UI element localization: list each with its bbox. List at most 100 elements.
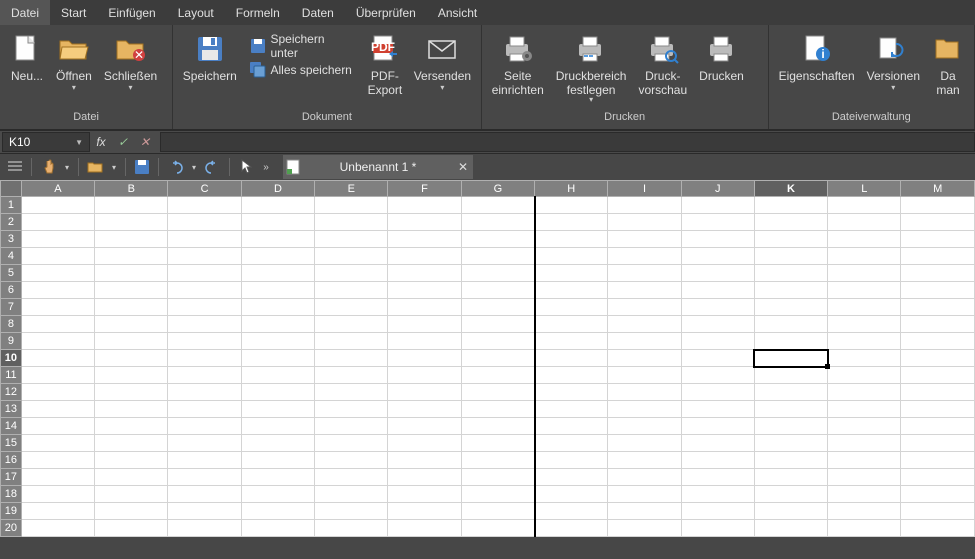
cell[interactable] — [461, 214, 534, 231]
cell[interactable] — [535, 486, 608, 503]
fx-button[interactable]: fx — [90, 132, 112, 152]
cell[interactable] — [901, 265, 975, 282]
cell[interactable] — [241, 418, 314, 435]
cell[interactable] — [754, 367, 827, 384]
row-header[interactable]: 4 — [1, 248, 22, 265]
menu-item-datei[interactable]: Datei — [0, 0, 50, 25]
cell[interactable] — [901, 452, 975, 469]
column-header[interactable]: I — [608, 181, 681, 197]
formula-input[interactable] — [160, 132, 975, 152]
menu-item-einfügen[interactable]: Einfügen — [97, 0, 166, 25]
cell[interactable] — [828, 384, 901, 401]
row-header[interactable]: 18 — [1, 486, 22, 503]
column-header[interactable]: H — [535, 181, 608, 197]
cell[interactable] — [21, 486, 94, 503]
cell[interactable] — [901, 231, 975, 248]
cell[interactable] — [461, 503, 534, 520]
cell[interactable] — [461, 299, 534, 316]
cell[interactable] — [828, 401, 901, 418]
cell[interactable] — [535, 197, 608, 214]
column-header[interactable]: F — [388, 181, 461, 197]
cell[interactable] — [315, 367, 388, 384]
cell[interactable] — [315, 333, 388, 350]
cell[interactable] — [608, 452, 681, 469]
select-all-corner[interactable] — [1, 181, 22, 197]
cell[interactable] — [241, 384, 314, 401]
cell[interactable] — [461, 486, 534, 503]
cell[interactable] — [95, 282, 168, 299]
cell[interactable] — [388, 333, 461, 350]
cell[interactable] — [681, 418, 754, 435]
cell[interactable] — [608, 418, 681, 435]
column-header[interactable]: C — [168, 181, 241, 197]
cell[interactable] — [388, 316, 461, 333]
cell[interactable] — [608, 282, 681, 299]
cell[interactable] — [168, 248, 241, 265]
cell[interactable] — [388, 367, 461, 384]
cell[interactable] — [241, 401, 314, 418]
cell[interactable] — [95, 384, 168, 401]
cell[interactable] — [21, 503, 94, 520]
cell[interactable] — [95, 214, 168, 231]
cell[interactable] — [21, 367, 94, 384]
cell[interactable] — [461, 316, 534, 333]
cell[interactable] — [168, 197, 241, 214]
cell[interactable] — [388, 214, 461, 231]
cell[interactable] — [608, 435, 681, 452]
cell[interactable] — [21, 214, 94, 231]
cell[interactable] — [681, 248, 754, 265]
menu-item-überprüfen[interactable]: Überprüfen — [345, 0, 427, 25]
cell[interactable] — [388, 503, 461, 520]
cell[interactable] — [535, 503, 608, 520]
cell[interactable] — [461, 435, 534, 452]
cell[interactable] — [754, 486, 827, 503]
pdf-export-button[interactable]: PDF PDF- Export — [362, 29, 408, 107]
cell[interactable] — [681, 214, 754, 231]
cell[interactable] — [608, 265, 681, 282]
cell[interactable] — [168, 367, 241, 384]
cell[interactable] — [315, 316, 388, 333]
cell[interactable] — [828, 282, 901, 299]
cell[interactable] — [901, 197, 975, 214]
cell[interactable] — [828, 367, 901, 384]
cell[interactable] — [901, 418, 975, 435]
chevron-down-icon[interactable]: ▾ — [188, 156, 200, 178]
cell[interactable] — [95, 520, 168, 537]
cell[interactable] — [828, 231, 901, 248]
cell[interactable] — [535, 265, 608, 282]
column-header[interactable]: G — [461, 181, 534, 197]
save-button[interactable]: Speichern — [177, 29, 242, 107]
cell[interactable] — [754, 265, 827, 282]
cell[interactable] — [21, 265, 94, 282]
cell[interactable] — [95, 452, 168, 469]
file-manager-button[interactable]: Da man — [926, 29, 970, 107]
cell[interactable] — [754, 350, 827, 367]
cell[interactable] — [315, 520, 388, 537]
cell[interactable] — [828, 316, 901, 333]
cell[interactable] — [95, 350, 168, 367]
cell[interactable] — [535, 316, 608, 333]
overflow-button[interactable]: » — [259, 156, 273, 178]
cell[interactable] — [608, 469, 681, 486]
cell[interactable] — [681, 401, 754, 418]
cell[interactable] — [388, 248, 461, 265]
cell[interactable] — [681, 486, 754, 503]
cell[interactable] — [388, 452, 461, 469]
cell[interactable] — [681, 503, 754, 520]
save-as-button[interactable]: Speichern unter — [246, 35, 357, 57]
cell[interactable] — [388, 265, 461, 282]
cell[interactable] — [21, 299, 94, 316]
column-header[interactable]: J — [681, 181, 754, 197]
cell[interactable] — [828, 520, 901, 537]
cell[interactable] — [901, 299, 975, 316]
cell[interactable] — [535, 384, 608, 401]
cell[interactable] — [535, 435, 608, 452]
cell[interactable] — [315, 282, 388, 299]
cell[interactable] — [461, 350, 534, 367]
cell[interactable] — [535, 469, 608, 486]
cell[interactable] — [168, 435, 241, 452]
cell[interactable] — [608, 384, 681, 401]
cell[interactable] — [241, 435, 314, 452]
row-header[interactable]: 15 — [1, 435, 22, 452]
accept-button[interactable]: ✓ — [112, 132, 134, 152]
